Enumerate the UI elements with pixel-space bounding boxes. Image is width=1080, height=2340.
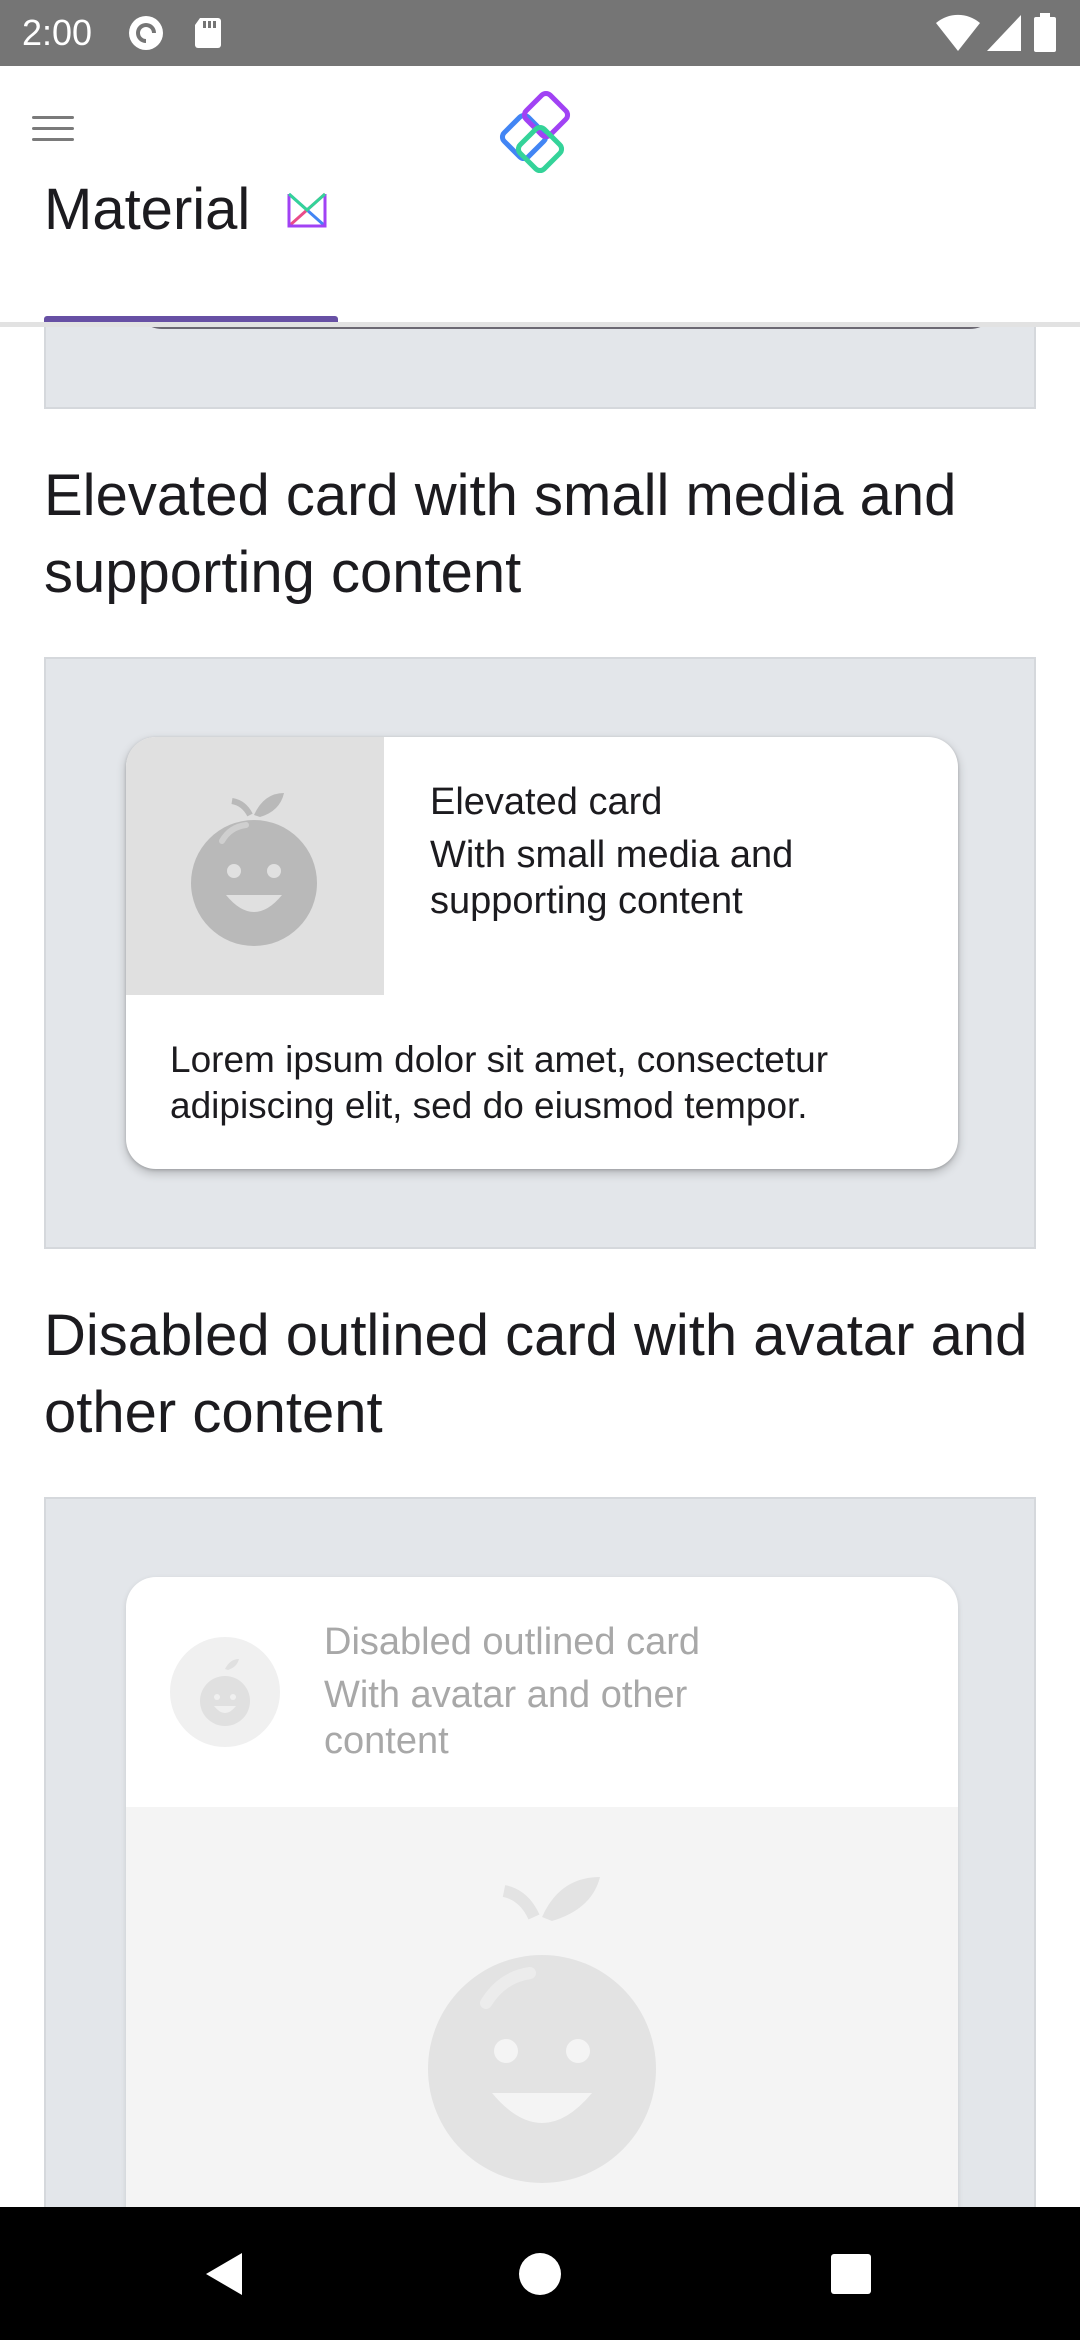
card-media [126,1807,958,2207]
partial-outlined-field [134,327,998,329]
wifi-icon [936,14,980,51]
hamburger-menu-icon[interactable] [22,96,88,162]
home-circle-icon[interactable] [513,2247,567,2301]
fruit-face-icon [428,1877,656,2183]
pocket-casts-icon [129,16,163,50]
back-triangle-icon[interactable] [198,2247,252,2301]
card-subtitle-line2: content [324,1720,449,1762]
card-subtitle-line1: With avatar and other [324,1674,688,1716]
content-scroll[interactable]: Elevated card with small media and suppo… [0,327,1080,2207]
status-bar: 2:00 [0,0,1080,66]
status-time: 2:00 [22,12,93,53]
tab-material[interactable]: Material [44,160,328,260]
card-body-line2: adipiscing elit, sed do eiusmod tempor. [170,1085,808,1126]
cell-signal-icon [987,15,1021,51]
fruit-face-icon [191,793,317,946]
card-media [126,737,384,995]
sd-card-icon [195,18,221,48]
elevated-demo-container: Elevated card With small media and suppo… [44,657,1036,1249]
section-title-elevated: Elevated card with small media and suppo… [44,463,957,605]
material-design-icon [287,192,327,228]
card-avatar [170,1637,280,1747]
tab-label: Material [44,177,251,242]
card-body-line1: Lorem ipsum dolor sit amet, consectetur [170,1039,829,1080]
disabled-outlined-card: Disabled outlined card With avatar and o… [126,1577,958,2207]
battery-icon [1034,13,1056,52]
elevated-card[interactable]: Elevated card With small media and suppo… [126,737,958,1169]
previous-demo-container [44,327,1036,409]
fruit-face-icon [200,1659,250,1726]
card-subtitle-line1: With small media and [430,834,794,876]
card-title: Elevated card [430,781,663,823]
card-subtitle-line2: supporting content [430,880,743,922]
system-nav-bar [0,2207,1080,2340]
section-title-disabled: Disabled outlined card with avatar and o… [44,1303,1028,1445]
recents-square-icon[interactable] [824,2247,878,2301]
card-title: Disabled outlined card [324,1621,701,1663]
jetpack-compose-catalog-logo [499,90,571,174]
disabled-demo-container: Disabled outlined card With avatar and o… [44,1497,1036,2207]
